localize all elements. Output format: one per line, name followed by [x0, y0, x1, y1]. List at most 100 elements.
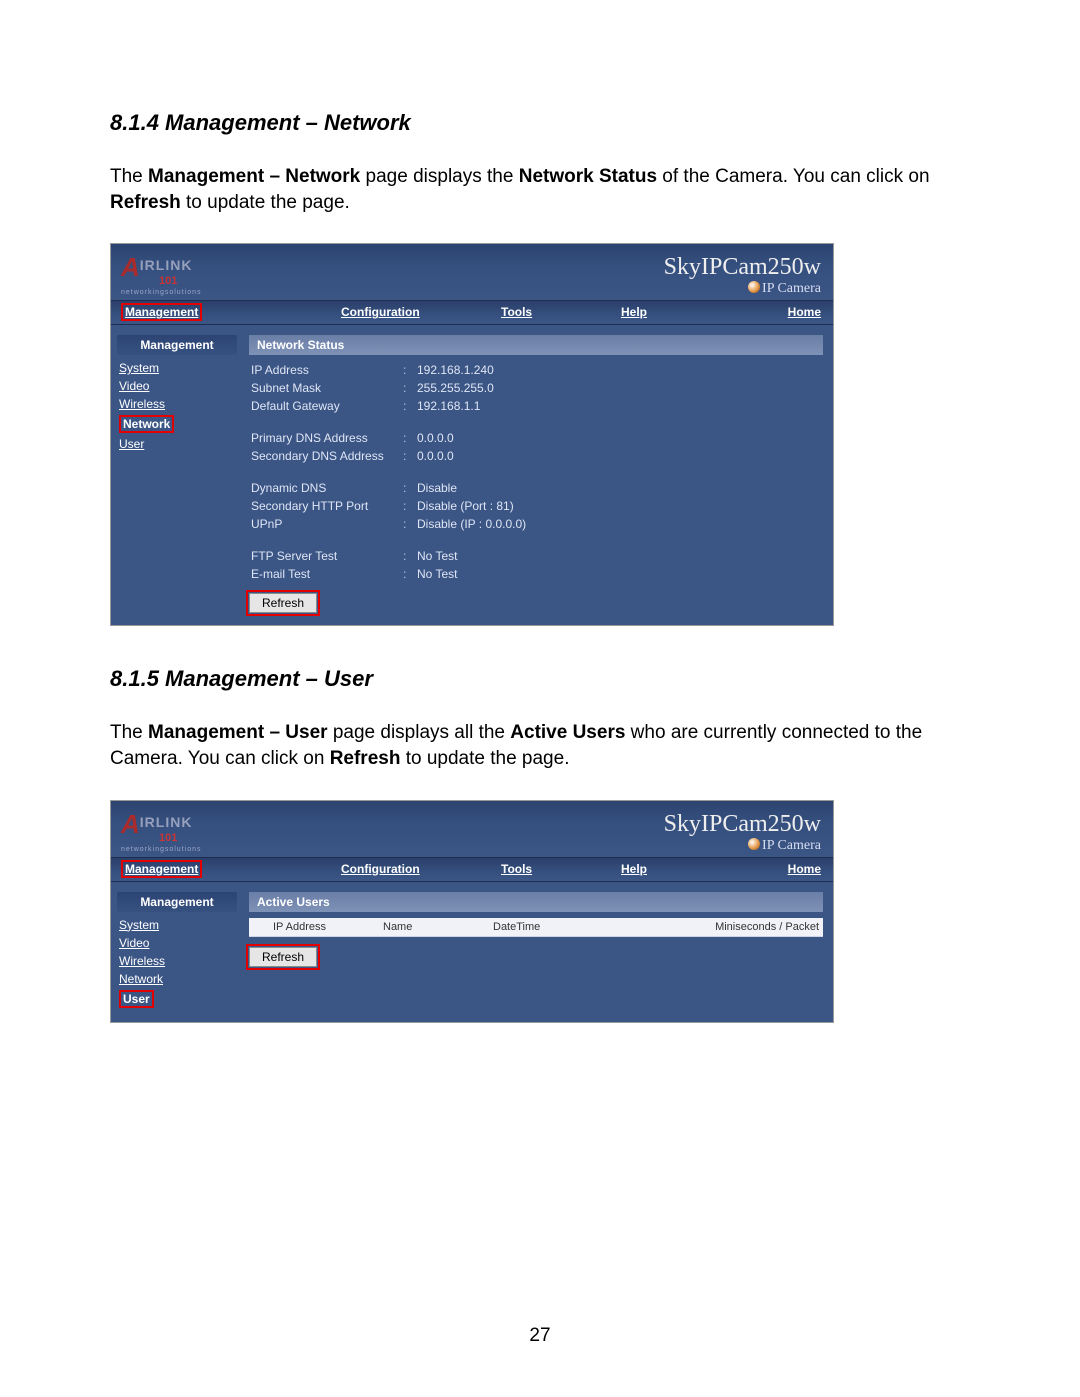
sidebar: Management System Video Wireless Network…: [117, 892, 237, 1010]
kv-value: 192.168.1.1: [417, 399, 821, 413]
kv-value: Disable: [417, 481, 821, 495]
kv-key: Secondary DNS Address: [251, 449, 403, 463]
highlight-box: Network: [119, 415, 174, 433]
sidebar-item-wireless[interactable]: Wireless: [119, 954, 165, 968]
kv-key: IP Address: [251, 363, 403, 377]
logo-a: A: [121, 809, 140, 839]
kv-value: Disable (IP : 0.0.0.0): [417, 517, 821, 531]
text: to update the page.: [181, 192, 350, 213]
text-bold: Management – Network: [148, 166, 360, 187]
top-nav: Management Configuration Tools Help Home: [111, 857, 833, 882]
text: to update the page.: [400, 748, 569, 769]
text: of the Camera. You can click on: [657, 166, 930, 187]
sidebar-item-wireless[interactable]: Wireless: [119, 397, 165, 411]
kv-row: Subnet Mask:255.255.255.0: [249, 379, 823, 397]
sidebar-item-system[interactable]: System: [119, 918, 159, 932]
text: The: [110, 722, 148, 743]
highlight-box: Management: [121, 860, 202, 878]
highlight-box: User: [119, 990, 154, 1008]
logo-a: A: [121, 252, 140, 282]
kv-row: E-mail Test:No Test: [249, 565, 823, 583]
nav-management[interactable]: Management: [125, 862, 198, 876]
sidebar-item-system[interactable]: System: [119, 361, 159, 375]
kv-key: UPnP: [251, 517, 403, 531]
text-bold: Management – User: [148, 722, 328, 743]
kv-value: 255.255.255.0: [417, 381, 821, 395]
kv-row: IP Address:192.168.1.240: [249, 361, 823, 379]
section-heading-network: 8.1.4 Management – Network: [110, 110, 970, 136]
kv-value: 0.0.0.0: [417, 449, 821, 463]
kv-value: 192.168.1.240: [417, 363, 821, 377]
sidebar-item-network[interactable]: Network: [119, 972, 163, 986]
kv-key: Subnet Mask: [251, 381, 403, 395]
sidebar-item-video[interactable]: Video: [119, 936, 149, 950]
refresh-button[interactable]: Refresh: [249, 947, 317, 967]
text: page displays all the: [328, 722, 511, 743]
refresh-button[interactable]: Refresh: [249, 593, 317, 613]
product-title: SkyIPCam250w IP Camera: [664, 812, 821, 853]
logo-tagline: networkingsolutions: [121, 846, 201, 853]
screenshot-management-user: AIRLINK 101 networkingsolutions SkyIPCam…: [110, 800, 834, 1023]
col-packet: Miniseconds / Packet: [679, 921, 819, 933]
kv-row: UPnP:Disable (IP : 0.0.0.0): [249, 515, 823, 533]
nav-configuration[interactable]: Configuration: [341, 862, 420, 876]
text-bold: Active Users: [510, 722, 625, 743]
col-name: Name: [383, 921, 493, 933]
nav-home[interactable]: Home: [788, 305, 821, 319]
product-name: SkyIPCam250w: [664, 255, 821, 279]
nav-management[interactable]: Management: [125, 305, 198, 319]
screenshot-header: AIRLINK 101 networkingsolutions SkyIPCam…: [111, 244, 833, 300]
kv-row: Default Gateway:192.168.1.1: [249, 397, 823, 415]
section-paragraph-user: The Management – User page displays all …: [110, 720, 970, 771]
logo: AIRLINK 101 networkingsolutions: [121, 254, 201, 296]
product-title: SkyIPCam250w IP Camera: [664, 255, 821, 296]
screenshot-management-network: AIRLINK 101 networkingsolutions SkyIPCam…: [110, 243, 834, 626]
kv-row: Primary DNS Address:0.0.0.0: [249, 429, 823, 447]
nav-configuration[interactable]: Configuration: [341, 305, 420, 319]
sidebar-heading: Management: [117, 335, 237, 355]
text-bold: Refresh: [110, 192, 181, 213]
sidebar-item-user[interactable]: User: [123, 992, 150, 1006]
kv-key: Default Gateway: [251, 399, 403, 413]
kv-value: 0.0.0.0: [417, 431, 821, 445]
section-heading-user: 8.1.5 Management – User: [110, 666, 970, 692]
kv-value: No Test: [417, 567, 821, 581]
logo-irlink: IRLINK: [140, 814, 193, 830]
kv-key: Dynamic DNS: [251, 481, 403, 495]
top-nav: Management Configuration Tools Help Home: [111, 300, 833, 325]
kv-value: Disable (Port : 81): [417, 499, 821, 513]
text-bold: Refresh: [330, 748, 401, 769]
sidebar-item-network[interactable]: Network: [123, 417, 170, 431]
content-panel: Network Status IP Address:192.168.1.240 …: [249, 335, 823, 613]
logo-irlink: IRLINK: [140, 257, 193, 273]
nav-help[interactable]: Help: [621, 862, 647, 876]
product-sub: IP Camera: [664, 838, 821, 853]
kv-key: Secondary HTTP Port: [251, 499, 403, 513]
sidebar-heading: Management: [117, 892, 237, 912]
text-bold: Network Status: [519, 166, 657, 187]
col-ip: IP Address: [273, 921, 383, 933]
kv-key: FTP Server Test: [251, 549, 403, 563]
section-paragraph-network: The Management – Network page displays t…: [110, 164, 970, 215]
panel-title: Network Status: [249, 335, 823, 355]
orb-icon: [748, 281, 760, 293]
kv-row: Secondary HTTP Port:Disable (Port : 81): [249, 497, 823, 515]
sidebar-item-user[interactable]: User: [119, 437, 144, 451]
logo-tagline: networkingsolutions: [121, 289, 201, 296]
product-name: SkyIPCam250w: [664, 812, 821, 836]
product-sub: IP Camera: [664, 281, 821, 296]
nav-home[interactable]: Home: [788, 862, 821, 876]
users-table-header: IP Address Name DateTime Miniseconds / P…: [249, 918, 823, 937]
kv-row: FTP Server Test:No Test: [249, 547, 823, 565]
kv-row: Dynamic DNS:Disable: [249, 479, 823, 497]
nav-tools[interactable]: Tools: [501, 305, 532, 319]
kv-key: E-mail Test: [251, 567, 403, 581]
logo: AIRLINK 101 networkingsolutions: [121, 811, 201, 853]
screenshot-header: AIRLINK 101 networkingsolutions SkyIPCam…: [111, 801, 833, 857]
page-number: 27: [0, 1325, 1080, 1347]
logo-101: 101: [159, 833, 201, 844]
sidebar-item-video[interactable]: Video: [119, 379, 149, 393]
nav-help[interactable]: Help: [621, 305, 647, 319]
nav-tools[interactable]: Tools: [501, 862, 532, 876]
panel-title: Active Users: [249, 892, 823, 912]
